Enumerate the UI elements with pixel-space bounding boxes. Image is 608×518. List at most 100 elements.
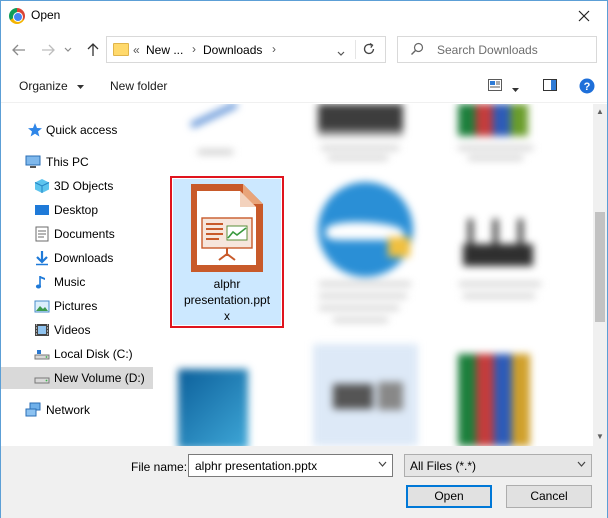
file-type-dropdown[interactable] [577,459,586,470]
organize-label: Organize [19,79,68,93]
sidebar-item-videos[interactable]: Videos [1,319,153,341]
download-icon [36,251,48,266]
sidebar-item-label: Downloads [54,251,114,265]
vertical-scrollbar[interactable]: ▲ ▼ [593,104,607,446]
search-placeholder[interactable]: Search Downloads [437,43,538,57]
arrow-right-icon [42,44,55,56]
chevron-down-icon [512,88,519,92]
breadcrumb-new-volume[interactable]: New ... [146,43,183,57]
file-thumbnail[interactable] [183,104,243,132]
search-icon [411,42,424,55]
file-thumbnail[interactable] [313,344,418,446]
file-name-label: File name: [131,460,188,474]
computer-icon [25,155,41,168]
view-options-button[interactable] [488,79,502,94]
sidebar-item-desktop[interactable]: Desktop [1,199,153,221]
file-caption [319,282,411,286]
drive-icon [34,350,50,360]
star-icon [28,123,42,137]
sidebar-item-downloads[interactable]: Downloads [1,247,153,269]
video-icon [35,324,49,336]
file-caption [459,282,541,286]
sidebar-item-documents[interactable]: Documents [1,223,153,245]
sidebar-item-label: Pictures [54,299,98,313]
network-icon [25,402,41,417]
file-name-history-button[interactable] [378,459,387,470]
open-file-dialog: Open « New ... › Downloads › Search Down… [0,0,608,518]
file-thumbnail[interactable] [458,354,530,446]
file-thumbnail[interactable] [318,182,413,277]
breadcrumb-separator[interactable]: › [272,42,276,56]
help-button[interactable]: ? [579,78,595,97]
file-type-value: All Files (*.*) [410,459,477,473]
file-name-value[interactable]: alphr presentation.pptx [195,459,317,473]
sidebar-item-local-disk-c[interactable]: Local Disk (C:) [1,343,153,365]
address-bar[interactable]: « New ... › Downloads › [106,36,386,63]
chevron-down-icon [77,84,85,89]
file-type-select[interactable]: All Files (*.*) [404,454,592,477]
file-caption [463,294,535,298]
forward-button[interactable] [37,40,59,60]
sidebar-item-quick-access[interactable]: Quick access [1,119,153,141]
file-thumbnail[interactable] [458,219,538,269]
new-folder-button[interactable]: New folder [110,79,167,93]
close-icon [578,10,590,21]
refresh-button[interactable] [362,42,376,59]
file-thumbnail[interactable] [178,369,248,446]
chevron-down-icon [378,461,387,467]
svg-text:?: ? [584,81,591,93]
sidebar-item-network[interactable]: Network [1,399,153,421]
breadcrumb-overflow[interactable]: « [133,43,140,57]
scroll-down-button[interactable]: ▼ [595,432,605,442]
refresh-icon [363,42,375,55]
sidebar-item-this-pc[interactable]: This PC [1,151,153,173]
file-thumbnail[interactable] [458,104,528,136]
sidebar-item-label: Music [54,275,86,289]
file-name-input[interactable]: alphr presentation.pptx [188,454,393,477]
recent-locations-button[interactable] [61,40,75,60]
sidebar-item-label: Desktop [54,203,99,217]
up-button[interactable] [82,40,104,60]
view-dropdown-button[interactable] [511,82,520,96]
sidebar-item-3d-objects[interactable]: 3D Objects [1,175,153,197]
dialog-footer: File name: alphr presentation.pptx All F… [1,446,607,518]
navigation-pane: Quick access This PC 3D Objects Desktop … [1,104,153,446]
view-options-icon [488,79,502,91]
sidebar-item-label: Quick access [46,123,118,137]
breadcrumb-separator[interactable]: › [192,42,196,56]
sidebar-item-label: 3D Objects [54,179,114,193]
breadcrumb-downloads[interactable]: Downloads [203,43,262,57]
back-button[interactable] [8,40,30,60]
open-button[interactable]: Open [406,485,492,508]
chevron-down-icon [64,47,72,52]
pictures-icon [34,300,50,313]
file-caption [319,294,407,298]
scroll-up-button[interactable]: ▲ [595,107,605,117]
file-list: alphr presentation.ppt x [153,104,593,446]
cube-icon [34,179,50,193]
cancel-button[interactable]: Cancel [506,485,592,508]
sidebar-item-music[interactable]: Music [1,271,153,293]
close-button[interactable] [561,1,607,30]
file-thumbnail[interactable] [318,104,403,136]
organize-button[interactable]: Organize [19,79,85,93]
address-dropdown[interactable] [337,46,345,60]
sidebar-item-label: Local Disk (C:) [54,347,133,361]
preview-pane-icon [543,79,557,91]
preview-pane-button[interactable] [543,79,557,94]
sidebar-item-new-volume-d[interactable]: New Volume (D:) [1,367,153,389]
file-caption [333,318,388,322]
file-name-line: x [224,309,230,323]
chrome-icon [9,8,25,24]
chevron-down-icon [577,461,586,467]
help-icon: ? [579,78,595,94]
sidebar-item-label: Network [46,403,91,417]
chevron-down-icon [337,51,345,56]
file-name-line: presentation.ppt [183,293,271,307]
scroll-thumb[interactable] [595,212,605,322]
document-icon [35,226,49,242]
search-box[interactable]: Search Downloads [397,36,597,63]
selected-file-item[interactable]: alphr presentation.ppt x [170,176,284,328]
sidebar-item-pictures[interactable]: Pictures [1,295,153,317]
file-name-line: alphr [213,277,241,291]
